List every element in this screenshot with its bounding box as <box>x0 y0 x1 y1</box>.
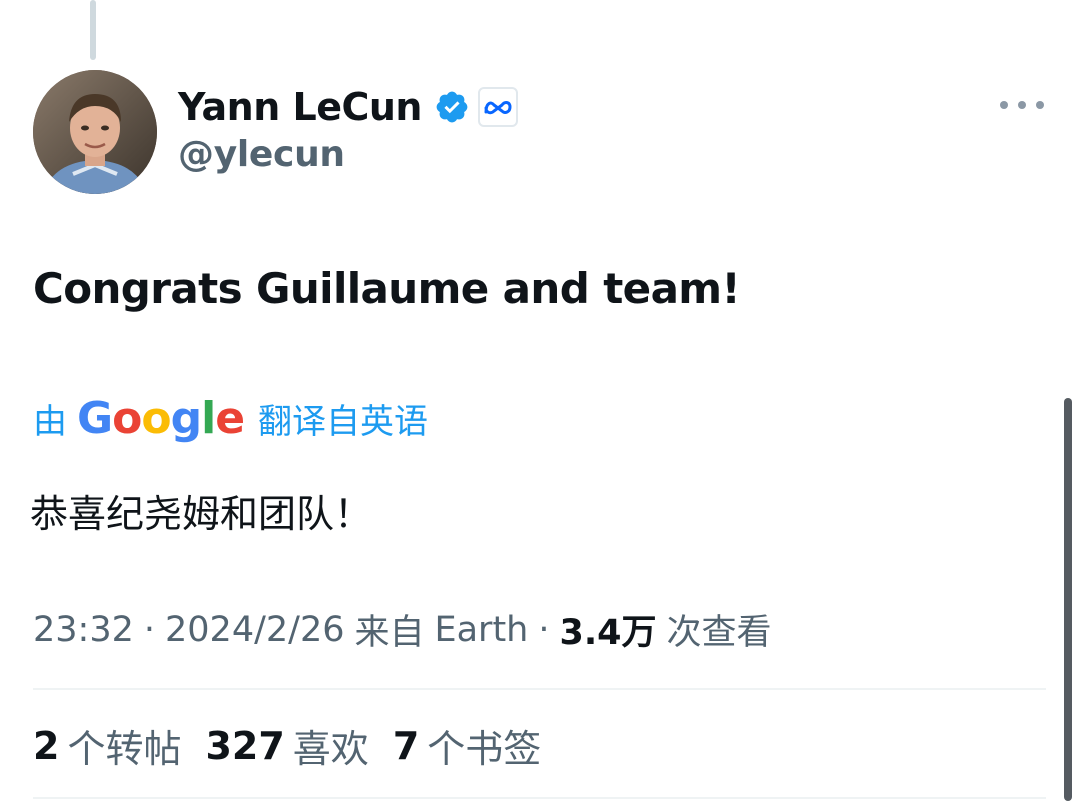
tweet-meta: 23:32 · 2024/2/26 来自 Earth · 3.4万 次查看 <box>33 604 772 655</box>
meta-logo-icon <box>484 101 512 115</box>
likes-label: 喜欢 <box>292 727 369 771</box>
source-prefix: 来自 <box>354 613 425 653</box>
author-name-row: Yann LeCun <box>178 82 518 132</box>
engagement-stats: 2 个转帖 327 喜欢 7 个书签 <box>33 718 565 773</box>
translation-attribution[interactable]: 由 Google 翻译自英语 <box>33 392 429 444</box>
more-options-icon[interactable] <box>1000 90 1044 120</box>
affiliation-badge[interactable] <box>478 87 518 127</box>
likes-stat[interactable]: 327 喜欢 <box>205 718 368 773</box>
bookmarks-label: 个书签 <box>427 727 542 771</box>
reposts-label: 个转帖 <box>67 727 182 771</box>
more-dot <box>1000 101 1008 109</box>
avatar-image <box>33 70 157 194</box>
reposts-stat[interactable]: 2 个转帖 <box>33 718 181 773</box>
avatar[interactable] <box>33 70 157 194</box>
author-display-name[interactable]: Yann LeCun <box>178 85 423 129</box>
meta-separator: · <box>143 609 156 650</box>
reposts-count: 2 <box>33 723 60 768</box>
bookmarks-count: 7 <box>392 723 420 768</box>
tweet-detail-page: Yann LeCun @ylecun Congrats Guillaume an… <box>0 0 1080 801</box>
more-dot <box>1036 101 1044 109</box>
thread-connector-line <box>90 0 96 60</box>
meta-separator: · <box>538 609 550 650</box>
author-handle[interactable]: @ylecun <box>178 134 345 175</box>
translated-text: 恭喜纪尧姆和团队！ <box>30 492 373 536</box>
google-logo: Google <box>77 392 245 444</box>
translation-prefix: 由 <box>33 401 67 442</box>
views-count: 3.4万 <box>559 613 657 653</box>
bookmarks-stat[interactable]: 7 个书签 <box>393 718 541 773</box>
more-dot <box>1018 101 1026 109</box>
tweet-text: Congrats Guillaume and team! <box>33 264 741 313</box>
divider <box>33 688 1046 690</box>
likes-count: 327 <box>205 723 285 768</box>
translation-suffix: 翻译自英语 <box>258 401 429 442</box>
tweet-time[interactable]: 23:32 <box>33 610 134 650</box>
tweet-date[interactable]: 2024/2/26 <box>165 610 344 650</box>
views-label: 次查看 <box>666 613 772 653</box>
verified-badge-icon[interactable] <box>434 89 470 125</box>
scrollbar[interactable] <box>1064 398 1072 801</box>
tweet-source: Earth <box>434 609 529 650</box>
divider <box>33 797 1046 799</box>
